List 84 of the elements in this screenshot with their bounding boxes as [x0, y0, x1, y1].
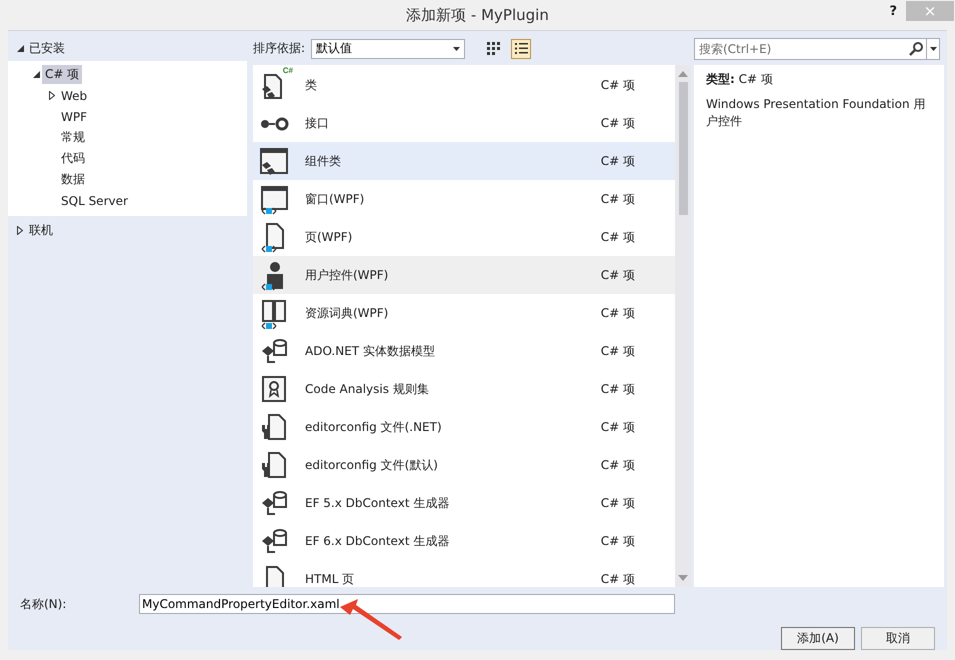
item-description: Windows Presentation Foundation 用户控件 — [706, 96, 926, 130]
tree-item[interactable]: C# 项 — [42, 65, 82, 84]
collapse-arrow-icon[interactable] — [32, 71, 40, 78]
tree-item[interactable]: 已安装 — [26, 39, 68, 58]
template-name: 接口 — [305, 114, 330, 132]
tree-item[interactable]: 代码 — [58, 149, 88, 168]
tree-item[interactable]: Web — [58, 88, 90, 104]
template-name: Code Analysis 规则集 — [305, 380, 430, 398]
scrollbar-thumb[interactable] — [679, 82, 688, 215]
template-name: editorconfig 文件(.NET) — [305, 418, 443, 436]
template-name: HTML 页 — [305, 570, 356, 587]
type-label: 类型: — [706, 72, 735, 86]
dropdown-arrow-icon[interactable] — [930, 46, 936, 50]
template-list-item[interactable]: Code Analysis 规则集 C# 项 — [253, 370, 675, 408]
expand-arrow-icon[interactable] — [17, 226, 23, 235]
tree-item[interactable]: 常规 — [58, 128, 88, 147]
name-label: 名称(N): — [20, 596, 68, 612]
book-icon — [259, 297, 289, 329]
tree-item[interactable]: SQL Server — [58, 192, 131, 208]
template-list-item[interactable]: HTML 页 C# 项 — [253, 560, 675, 587]
template-list-item[interactable]: ADO.NET 实体数据模型 C# 项 — [253, 332, 675, 370]
template-type: C# 项 — [600, 342, 635, 360]
template-type: C# 项 — [600, 266, 635, 284]
sort-label: 排序依据: — [253, 40, 306, 57]
template-type: C# 项 — [600, 114, 635, 132]
template-type: C# 项 — [600, 304, 635, 322]
scrollbar[interactable] — [675, 65, 691, 587]
search-input[interactable]: 搜索(Ctrl+E) — [695, 42, 909, 56]
template-name: EF 5.x DbContext 生成器 — [305, 494, 450, 512]
expand-arrow-icon[interactable] — [49, 91, 55, 100]
template-list-item[interactable]: editorconfig 文件(默认) C# 项 — [253, 446, 675, 484]
list-icon — [514, 43, 528, 54]
template-type: C# 项 — [600, 570, 635, 587]
template-type: C# 项 — [600, 494, 635, 512]
template-name: 页(WPF) — [305, 228, 354, 246]
template-list-item[interactable]: EF 5.x DbContext 生成器 C# 项 — [253, 484, 675, 522]
wrench-file-icon — [259, 449, 289, 481]
template-name: 资源词典(WPF) — [305, 304, 390, 322]
template-type: C# 项 — [600, 532, 635, 550]
template-name: 窗口(WPF) — [305, 190, 366, 208]
name-field[interactable]: MyCommandPropertyEditor.xaml — [139, 594, 675, 614]
template-type: C# 项 — [600, 228, 635, 246]
grid-icon — [486, 42, 500, 55]
window-title: 添加新项 - MyPlugin — [406, 6, 549, 24]
template-name: EF 6.x DbContext 生成器 — [305, 532, 450, 550]
add-button[interactable]: 添加(A) — [781, 627, 855, 650]
template-type: C# 项 — [600, 76, 635, 94]
template-list-item[interactable]: EF 6.x DbContext 生成器 C# 项 — [253, 522, 675, 560]
template-list-item[interactable]: 组件类 C# 项 — [253, 142, 675, 180]
template-type: C# 项 — [600, 190, 635, 208]
help-button[interactable]: ? — [889, 4, 897, 19]
tree-item[interactable]: WPF — [58, 108, 90, 124]
tree-item[interactable]: 数据 — [58, 170, 88, 189]
ribbon-badge-icon — [259, 373, 289, 405]
sort-dropdown[interactable]: 默认值 — [311, 38, 466, 58]
wrench-file-icon — [259, 411, 289, 443]
template-list-item[interactable]: 窗口(WPF) C# 项 — [253, 180, 675, 218]
template-name: 用户控件(WPF) — [305, 266, 390, 284]
template-type: C# 项 — [600, 418, 635, 436]
template-name: editorconfig 文件(默认) — [305, 456, 439, 474]
annotation-arrow — [340, 597, 402, 641]
dropdown-arrow-icon — [453, 46, 460, 50]
template-type: C# 项 — [600, 456, 635, 474]
template-list-item[interactable]: 用户控件(WPF) C# 项 — [253, 256, 675, 294]
type-value: C# 项 — [738, 72, 773, 86]
search-field[interactable]: 搜索(Ctrl+E) — [694, 38, 940, 60]
cancel-button[interactable]: 取消 — [861, 627, 935, 650]
list-view-button[interactable] — [511, 38, 532, 58]
template-type: C# 项 — [600, 380, 635, 398]
template-type: C# 项 — [600, 152, 635, 170]
component-icon — [259, 145, 289, 177]
template-name: ADO.NET 实体数据模型 — [305, 342, 436, 360]
template-list-item[interactable]: C# 类 C# 项 — [253, 66, 675, 104]
search-icon — [909, 42, 923, 56]
collapse-arrow-icon[interactable] — [16, 45, 24, 52]
template-list-item[interactable]: editorconfig 文件(.NET) C# 项 — [253, 408, 675, 446]
template-list-item[interactable]: 接口 C# 项 — [253, 104, 675, 142]
tree-item[interactable]: 联机 — [26, 221, 56, 240]
template-list-item[interactable]: 页(WPF) C# 项 — [253, 218, 675, 256]
template-name: 类 — [305, 76, 318, 94]
template-list-item[interactable]: 资源词典(WPF) C# 项 — [253, 294, 675, 332]
template-name: 组件类 — [305, 152, 342, 170]
language-label: C# — [282, 66, 293, 75]
window-icon — [259, 183, 289, 215]
